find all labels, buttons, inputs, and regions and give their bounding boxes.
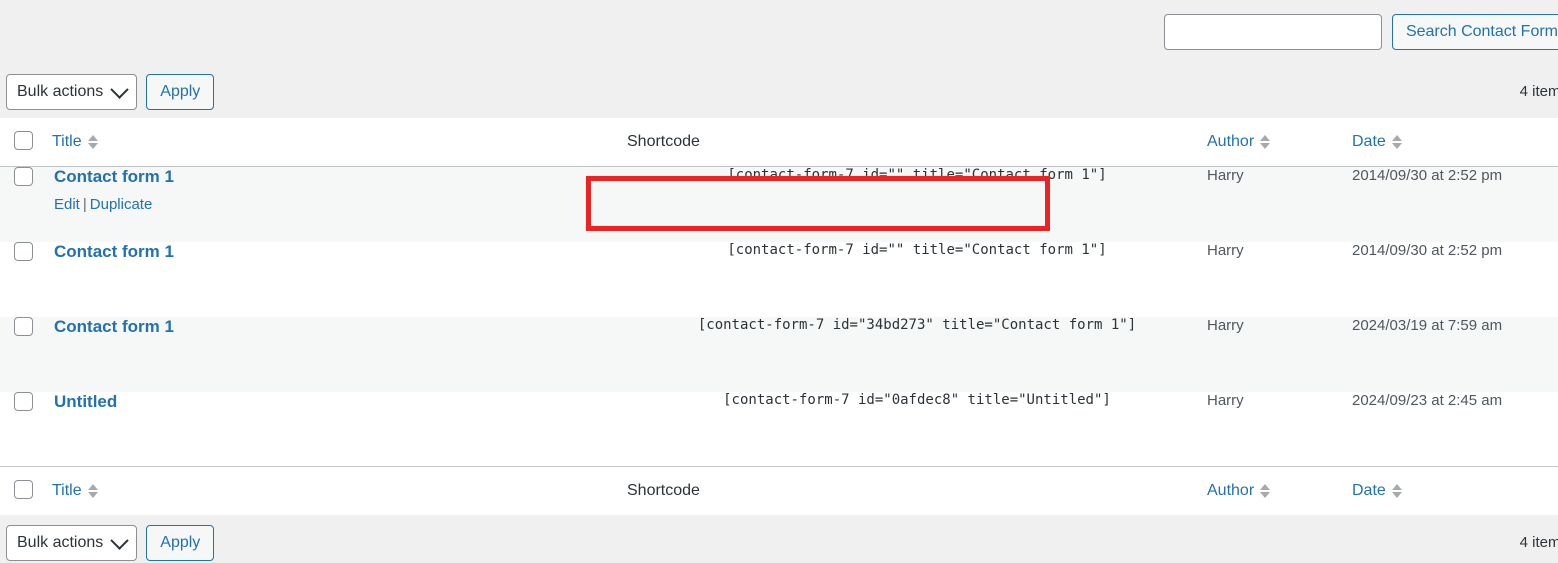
sort-indicator-icon[interactable] [1260, 484, 1270, 498]
bulk-actions-select-label-bottom: Bulk actions [17, 534, 103, 552]
apply-button-top[interactable]: Apply [146, 74, 214, 110]
footer-checkbox-cell [0, 467, 52, 516]
row-actions: Edit|Duplicate [54, 196, 627, 213]
sort-descending-icon [1392, 143, 1402, 149]
sort-indicator-icon[interactable] [1260, 135, 1270, 149]
contact-forms-table: Title Shortcode Author [0, 118, 1558, 515]
bulk-actions-select-top[interactable]: Bulk actions [6, 74, 137, 110]
bulk-actions-select-label-top: Bulk actions [17, 83, 103, 101]
row-checkbox[interactable] [14, 317, 33, 336]
table-head: Title Shortcode Author [0, 118, 1558, 167]
sort-ascending-icon [1260, 484, 1270, 490]
chevron-down-icon [111, 80, 129, 98]
row-author-cell: Harry [1207, 392, 1352, 467]
row-date-cell: 2014/09/30 at 2:52 pm [1352, 167, 1558, 242]
row-date-cell: 2014/09/30 at 2:52 pm [1352, 242, 1558, 317]
sort-descending-icon [88, 492, 98, 498]
sort-descending-icon [1392, 492, 1402, 498]
row-title-link[interactable]: Contact form 1 [54, 167, 627, 187]
row-shortcode-cell[interactable]: [contact-form-7 id="" title="Contact for… [627, 167, 1207, 242]
header-checkbox-cell [0, 118, 52, 167]
select-all-checkbox-bottom[interactable] [14, 480, 33, 499]
row-title-link[interactable]: Untitled [54, 392, 627, 412]
sort-ascending-icon [88, 484, 98, 490]
footer-shortcode-label: Shortcode [627, 482, 700, 500]
row-shortcode-cell[interactable]: [contact-form-7 id="0afdec8" title="Unti… [627, 392, 1207, 467]
table-body: Contact form 1 Edit|Duplicate [contact-f… [0, 167, 1558, 467]
items-count-top: 4 items [1520, 83, 1558, 100]
row-author-cell: Harry [1207, 242, 1352, 317]
footer-author: Author [1207, 467, 1352, 516]
header-title-link[interactable]: Title [52, 133, 82, 151]
header-title: Title [52, 118, 627, 167]
sort-descending-icon [88, 143, 98, 149]
sort-indicator-icon[interactable] [1392, 484, 1402, 498]
bulk-actions-select-bottom[interactable]: Bulk actions [6, 525, 137, 561]
table-row: Contact form 1 [contact-form-7 id="" tit… [0, 242, 1558, 317]
table-header-row: Title Shortcode Author [0, 118, 1558, 167]
search-input[interactable] [1164, 14, 1382, 50]
sort-indicator-icon[interactable] [88, 484, 98, 498]
select-all-checkbox-top[interactable] [14, 131, 33, 150]
items-count-bottom: 4 items [1520, 534, 1558, 551]
header-author-link[interactable]: Author [1207, 133, 1254, 151]
row-date-cell: 2024/03/19 at 7:59 am [1352, 317, 1558, 392]
chevron-down-icon [111, 531, 129, 549]
footer-date-link[interactable]: Date [1352, 482, 1386, 500]
footer-shortcode: Shortcode [627, 467, 1207, 516]
row-action-duplicate[interactable]: Duplicate [90, 196, 153, 213]
search-contact-forms-button[interactable]: Search Contact Forms [1392, 14, 1558, 50]
footer-date: Date [1352, 467, 1558, 516]
bulk-actions-group-top: Bulk actions Apply [6, 74, 214, 110]
header-author: Author [1207, 118, 1352, 167]
sort-ascending-icon [1392, 484, 1402, 490]
sort-descending-icon [1260, 143, 1270, 149]
row-date-cell: 2024/09/23 at 2:45 am [1352, 392, 1558, 467]
sort-indicator-icon[interactable] [1392, 135, 1402, 149]
table-row: Contact form 1 [contact-form-7 id="34bd2… [0, 317, 1558, 392]
sort-indicator-icon[interactable] [88, 135, 98, 149]
row-title-cell: Contact form 1 [52, 317, 627, 392]
table-row: Untitled [contact-form-7 id="0afdec8" ti… [0, 392, 1558, 467]
footer-author-link[interactable]: Author [1207, 482, 1254, 500]
row-checkbox-cell [0, 242, 52, 317]
row-title-link[interactable]: Contact form 1 [54, 317, 627, 337]
row-title-cell: Contact form 1 Edit|Duplicate [52, 167, 627, 242]
tablenav-bottom: Bulk actions Apply 4 items [0, 525, 1558, 563]
header-shortcode-label: Shortcode [627, 133, 700, 151]
row-title-cell: Contact form 1 [52, 242, 627, 317]
tablenav-top: Bulk actions Apply 4 items [0, 74, 1558, 112]
row-title-link[interactable]: Contact form 1 [54, 242, 627, 262]
row-shortcode-cell[interactable]: [contact-form-7 id="34bd273" title="Cont… [627, 317, 1207, 392]
sort-descending-icon [1260, 492, 1270, 498]
header-date: Date [1352, 118, 1558, 167]
table-foot: Title Shortcode Author [0, 467, 1558, 516]
apply-button-bottom[interactable]: Apply [146, 525, 214, 561]
row-checkbox[interactable] [14, 392, 33, 411]
sort-ascending-icon [1392, 135, 1402, 141]
row-shortcode-cell[interactable]: [contact-form-7 id="" title="Contact for… [627, 242, 1207, 317]
footer-title: Title [52, 467, 627, 516]
row-checkbox[interactable] [14, 167, 33, 186]
row-checkbox-cell [0, 392, 52, 467]
header-date-link[interactable]: Date [1352, 133, 1386, 151]
header-shortcode: Shortcode [627, 118, 1207, 167]
table-footer-row: Title Shortcode Author [0, 467, 1558, 516]
row-action-edit[interactable]: Edit [54, 196, 80, 213]
row-checkbox-cell [0, 167, 52, 242]
row-author-cell: Harry [1207, 317, 1352, 392]
sort-ascending-icon [1260, 135, 1270, 141]
row-author-cell: Harry [1207, 167, 1352, 242]
row-checkbox[interactable] [14, 242, 33, 261]
row-checkbox-cell [0, 317, 52, 392]
row-title-cell: Untitled [52, 392, 627, 467]
row-action-separator: | [80, 196, 90, 213]
footer-title-link[interactable]: Title [52, 482, 82, 500]
table-row: Contact form 1 Edit|Duplicate [contact-f… [0, 167, 1558, 242]
sort-ascending-icon [88, 135, 98, 141]
bulk-actions-group-bottom: Bulk actions Apply [6, 525, 214, 561]
search-form: Search Contact Forms [1164, 14, 1558, 50]
